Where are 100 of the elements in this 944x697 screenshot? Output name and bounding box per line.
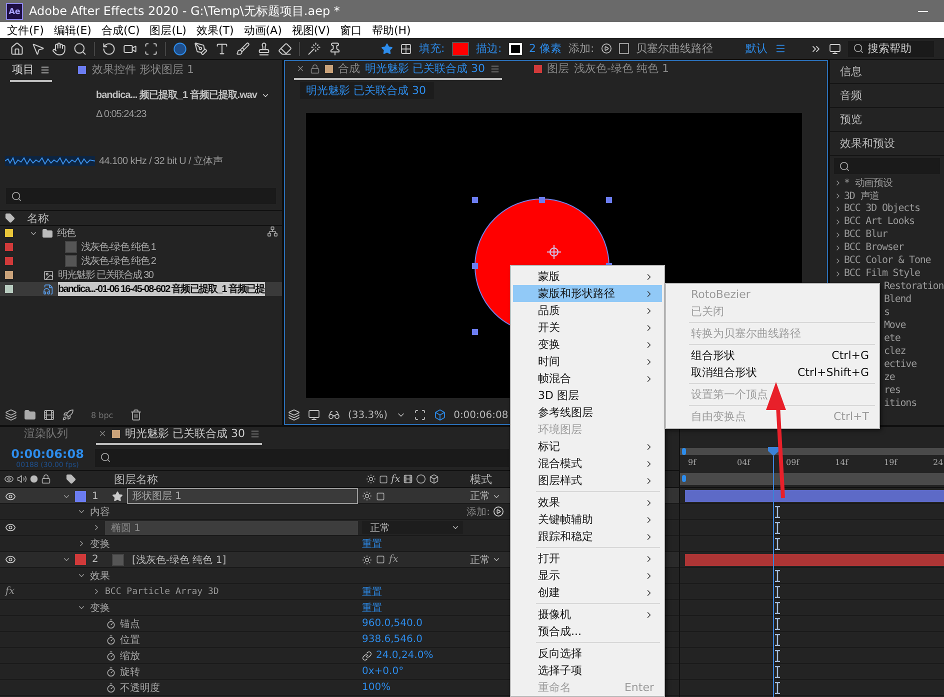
minimize-icon[interactable] — [918, 10, 928, 12]
expand-toggle[interactable] — [77, 571, 86, 580]
layer-duration-bar[interactable] — [685, 490, 944, 502]
new-composition-icon[interactable] — [43, 409, 55, 421]
keyframe-marker-icon[interactable] — [775, 538, 780, 550]
stopwatch-icon[interactable] — [106, 682, 116, 692]
anchor-point-icon[interactable] — [546, 244, 562, 260]
keyframe-marker-icon[interactable] — [775, 618, 780, 630]
pen-tool-icon[interactable] — [194, 42, 208, 56]
menu-entry[interactable]: 合成(C) — [96, 22, 145, 38]
layers-icon[interactable] — [288, 409, 300, 421]
stopwatch-icon[interactable] — [106, 650, 116, 660]
menu-item[interactable]: 时间 — [513, 353, 662, 370]
project-item[interactable]: 纯色 — [0, 226, 282, 240]
search-field[interactable] — [834, 158, 940, 174]
menu-item[interactable]: 摄像机 — [513, 606, 662, 623]
brush-tool-icon[interactable] — [236, 42, 250, 56]
hand-tool-icon[interactable] — [52, 42, 66, 56]
expand-toggle[interactable] — [77, 603, 86, 612]
fill-label[interactable]: 填充: — [418, 41, 445, 56]
eraser-tool-icon[interactable] — [278, 42, 292, 56]
menu-item[interactable]: 蒙版 — [513, 268, 662, 285]
keyframe-marker-icon[interactable] — [775, 666, 780, 678]
menu-item[interactable]: 打开 — [513, 550, 662, 567]
layer-name[interactable]: [浅灰色-绿色 纯色 1] — [128, 552, 362, 566]
menu-item[interactable]: 参考线图层 — [513, 404, 662, 421]
panel-header[interactable]: 信息 — [830, 60, 944, 84]
menu-item[interactable]: 关键帧辅助 — [513, 511, 662, 528]
pin-tool-icon[interactable] — [328, 42, 342, 56]
keyframe-marker-icon[interactable] — [775, 634, 780, 646]
reset-link[interactable]: 重置 — [362, 600, 382, 614]
menu-entry[interactable]: 视图(V) — [286, 22, 335, 38]
panel-tab[interactable]: 项目 — [10, 62, 52, 82]
roto-brush-tool-icon[interactable] — [306, 42, 321, 56]
effect-category[interactable]: * 动画预设 — [830, 176, 944, 189]
blend-mode-dropdown[interactable]: 正常 — [362, 521, 463, 534]
keyframe-marker-icon[interactable] — [775, 586, 780, 598]
selection-tool-icon[interactable] — [31, 42, 45, 56]
panel-tab[interactable]: 效果控件 形状图层 1 — [76, 62, 196, 82]
selection-handle[interactable] — [472, 197, 478, 203]
menu-item[interactable]: 创建 — [513, 584, 662, 601]
quality-switch-icon[interactable] — [376, 492, 385, 500]
add-menu-icon[interactable] — [601, 43, 612, 54]
current-timecode[interactable]: 0:00:06:08 — [454, 410, 508, 420]
link-icon[interactable] — [362, 650, 372, 660]
timeline-tab[interactable]: 渲染队列 — [22, 426, 70, 445]
column-header[interactable]: 名称 — [27, 210, 49, 226]
breadcrumb[interactable]: 明光魅影 已关联合成 30 — [300, 82, 434, 99]
rotate-tool-icon[interactable] — [102, 42, 116, 56]
keyframe-marker-icon[interactable] — [775, 682, 780, 694]
keyframe-marker-icon[interactable] — [775, 570, 780, 582]
menu-item[interactable]: 帧混合 — [513, 370, 662, 387]
menu-entry[interactable]: 文件(F) — [2, 22, 49, 38]
menu-entry[interactable]: 帮助(H) — [366, 22, 416, 38]
mode-value[interactable]: 正常 — [470, 489, 490, 503]
ellipse-tool-icon[interactable] — [172, 42, 187, 56]
zoom-tool-icon[interactable] — [73, 42, 87, 56]
menu-item[interactable]: 3D 图层 — [513, 387, 662, 404]
menu-item[interactable]: 图层样式 — [513, 472, 662, 489]
bit-depth[interactable]: 8 bpc — [81, 410, 124, 420]
toggle-view-icon[interactable] — [434, 409, 446, 421]
keyframe-marker-icon[interactable] — [775, 506, 780, 518]
menu-entry[interactable]: 效果(T) — [191, 22, 239, 38]
property-value[interactable]: 960.0,540.0 — [362, 618, 422, 629]
stroke-width[interactable]: 2 像素 — [529, 41, 562, 56]
reset-link[interactable]: 重置 — [362, 584, 382, 598]
effect-category[interactable]: BCC Color & Tone — [830, 254, 944, 267]
workspace-label[interactable]: 默认 — [746, 41, 768, 56]
property-value[interactable]: 938.6,546.0 — [362, 634, 422, 645]
flowchart-icon[interactable] — [267, 226, 278, 237]
mask-icon[interactable] — [328, 409, 340, 421]
pan-behind-tool-icon[interactable] — [144, 42, 158, 56]
panel-header[interactable]: 效果和预设 — [830, 132, 944, 156]
bezier-checkbox[interactable] — [619, 43, 629, 54]
menu-item[interactable]: 品质 — [513, 302, 662, 319]
zoom-level[interactable]: (33.3%) — [348, 410, 388, 420]
column-header[interactable]: 图层名称 — [114, 472, 158, 486]
property-value[interactable]: 100% — [362, 682, 391, 693]
region-icon[interactable] — [414, 409, 426, 421]
trash-icon[interactable] — [130, 409, 142, 421]
menu-item[interactable]: 标记 — [513, 438, 662, 455]
current-time[interactable]: 0:00:06:08 — [11, 446, 84, 460]
visibility-toggle[interactable] — [4, 490, 16, 502]
stopwatch-icon[interactable] — [106, 634, 116, 644]
menu-item[interactable]: 变换 — [513, 336, 662, 353]
property-value[interactable]: 0x+0.0° — [362, 666, 404, 677]
menu-item[interactable]: 选择子项 — [513, 662, 662, 679]
expand-toggle[interactable] — [92, 587, 101, 596]
keyframe-marker-icon[interactable] — [775, 650, 780, 662]
keyframe-marker-icon[interactable] — [775, 602, 780, 614]
mode-value[interactable]: 正常 — [470, 552, 490, 566]
selection-handle[interactable] — [472, 263, 478, 269]
search-field[interactable] — [6, 188, 276, 204]
playhead-handle[interactable] — [768, 447, 779, 456]
timeline-tab[interactable]: 明光魅影 已关联合成 30 — [96, 426, 262, 445]
selection-handle[interactable] — [472, 329, 478, 335]
monitor-icon[interactable] — [308, 409, 320, 421]
menu-entry[interactable]: 编辑(E) — [48, 22, 96, 38]
effect-category[interactable]: BCC Film Style — [830, 267, 944, 280]
menu-item[interactable]: 显示 — [513, 567, 662, 584]
